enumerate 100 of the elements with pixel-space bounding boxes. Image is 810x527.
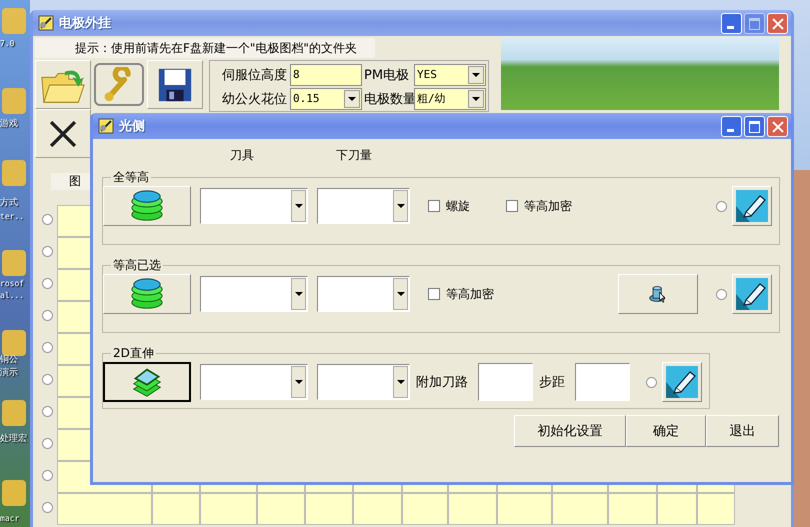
radio-button[interactable] — [42, 246, 53, 257]
table-cell — [305, 493, 353, 525]
group-title: 全等高 — [112, 169, 150, 186]
edit-button[interactable] — [732, 186, 772, 226]
input-field[interactable] — [575, 363, 630, 401]
caret-icon — [468, 66, 484, 84]
group-title: 2D直伸 — [112, 345, 155, 362]
desktop-icon-label: 方式 — [0, 197, 19, 209]
dropdown-field[interactable] — [317, 276, 410, 312]
dropdown-field[interactable]: 0.15 — [290, 88, 362, 110]
caret-icon — [393, 190, 408, 222]
pen-icon — [736, 190, 768, 222]
minimize-button[interactable] — [721, 116, 742, 136]
open-folder-button[interactable] — [35, 60, 91, 109]
table-cell — [448, 493, 497, 525]
pen-icon — [736, 278, 768, 310]
dropdown-field[interactable] — [317, 364, 410, 400]
desktop-icon-label: 演示 — [0, 367, 19, 379]
desktop-icon-label: 处理宏 — [0, 433, 28, 445]
radio-button[interactable] — [42, 342, 53, 353]
window-title: 电极外挂 — [59, 15, 111, 32]
radio-button[interactable] — [42, 214, 53, 225]
group-title: 等高已选 — [112, 257, 162, 274]
checkbox-label: 等高加密 — [524, 198, 572, 214]
input-field[interactable]: 8 — [290, 64, 362, 86]
table-cell — [200, 493, 257, 525]
table-cell — [257, 493, 305, 525]
table-cell — [552, 493, 608, 525]
app-icon — [98, 118, 114, 134]
desktop-icon-label: 铜公 — [0, 354, 19, 366]
table-cell — [608, 493, 657, 525]
radio-button[interactable] — [42, 278, 53, 289]
radio-button[interactable] — [42, 470, 53, 481]
checkbox-label: 螺旋 — [446, 198, 470, 214]
radio-button[interactable] — [42, 502, 53, 513]
caret-icon — [291, 278, 306, 310]
desktop-icon-label: 游戏 — [0, 118, 19, 130]
dropdown-field[interactable] — [317, 188, 410, 224]
caret-icon — [393, 366, 408, 398]
operation-button[interactable] — [103, 362, 191, 402]
app-icon — [38, 15, 54, 31]
stacked-disks-icon — [130, 189, 164, 223]
field-label: 附加刀路 — [416, 374, 468, 391]
checkbox[interactable] — [428, 200, 440, 212]
stacked-layers-icon — [131, 366, 163, 398]
dialog-button[interactable]: 退出 — [706, 415, 779, 447]
window-title: 光侧 — [119, 118, 145, 135]
dialog-button[interactable]: 初始化设置 — [514, 415, 626, 447]
desktop-icon-label: rosof — [0, 278, 26, 290]
dropdown-field[interactable] — [200, 276, 308, 312]
save-button[interactable] — [147, 60, 203, 109]
radio-button[interactable] — [646, 376, 657, 388]
field-label: 步距 — [539, 374, 565, 391]
desktop-icon-label: macr — [0, 513, 20, 525]
table-cell — [657, 493, 697, 525]
table-cell — [402, 493, 448, 525]
input-field[interactable] — [478, 363, 533, 401]
desktop-icon-label: 7.0 — [0, 38, 16, 50]
radio-button[interactable] — [42, 438, 53, 449]
table-cell — [152, 493, 200, 525]
dropdown-field[interactable]: YES — [414, 64, 486, 86]
desktop-icon-label: ter.. — [0, 211, 26, 223]
radio-button[interactable] — [716, 288, 727, 300]
checkbox-label: 等高加密 — [446, 286, 494, 302]
delete-button[interactable] — [35, 109, 91, 158]
dropdown-field[interactable]: 粗/幼 — [414, 88, 486, 110]
caret-icon — [291, 190, 306, 222]
hint-text: 提示：使用前请先在F盘新建一个"电极图档"的文件夹 — [35, 38, 375, 58]
radio-button[interactable] — [42, 374, 53, 385]
stacked-disks-icon — [130, 277, 164, 311]
select-button[interactable] — [618, 274, 698, 314]
dropdown-field[interactable] — [200, 188, 308, 224]
field-label: 电极数量 — [364, 91, 412, 108]
field-label: 伺服位高度 — [222, 67, 288, 84]
column-header: 下刀量 — [336, 147, 372, 164]
table-cell — [497, 493, 552, 525]
edit-button[interactable] — [662, 362, 702, 402]
table-cell — [697, 493, 735, 525]
maximize-button[interactable] — [744, 116, 765, 136]
field-label: PM电极 — [364, 67, 410, 84]
caret-icon — [344, 90, 360, 108]
radio-button[interactable] — [42, 310, 53, 321]
pen-icon — [666, 366, 698, 398]
caret-icon — [291, 366, 306, 398]
field-label: 幼公火花位 — [222, 91, 288, 108]
radio-button[interactable] — [716, 200, 727, 212]
cylinder-cursor-icon — [648, 284, 668, 304]
list-label: 图 — [69, 174, 81, 188]
close-button[interactable] — [767, 116, 788, 136]
column-header: 刀具 — [230, 147, 254, 164]
caret-icon — [468, 90, 484, 108]
table-cell — [353, 493, 402, 525]
checkbox[interactable] — [428, 288, 440, 300]
radio-button[interactable] — [42, 406, 53, 417]
checkbox[interactable] — [506, 200, 518, 212]
dropdown-field[interactable] — [200, 364, 308, 400]
desktop-icon-label: al... — [0, 290, 26, 302]
edit-button[interactable] — [732, 274, 772, 314]
dialog-button[interactable]: 确定 — [626, 415, 706, 447]
caret-icon — [393, 278, 408, 310]
